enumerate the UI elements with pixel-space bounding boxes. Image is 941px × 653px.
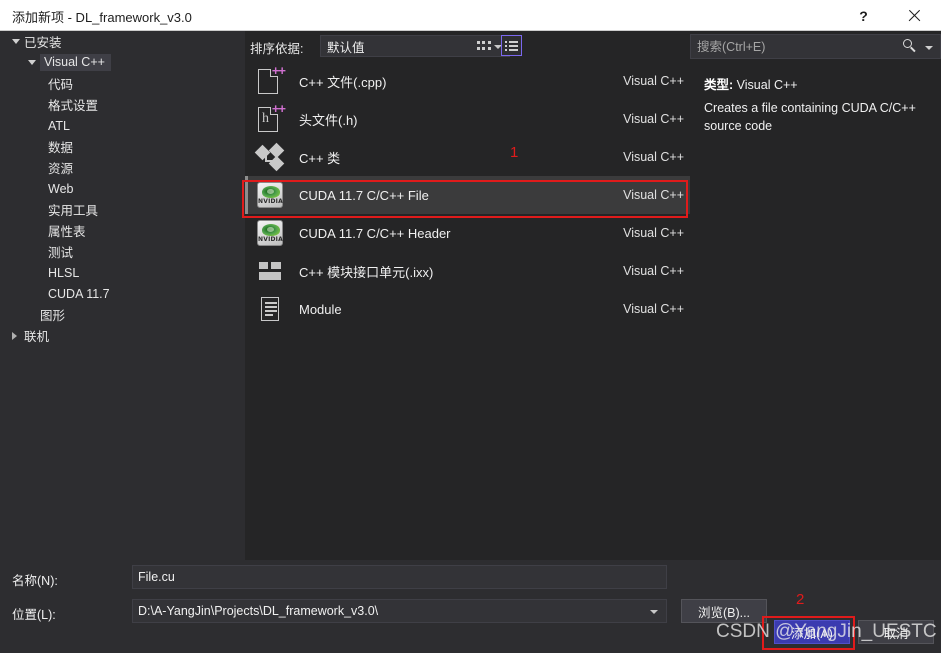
module-blocks-icon <box>255 256 285 286</box>
sidebar-item-5[interactable]: 数据 <box>0 136 245 157</box>
sidebar-item-label: Web <box>48 181 74 196</box>
page-title: 添加新项 - DL_framework_v3.0 <box>12 10 192 25</box>
sidebar-item-label: 资源 <box>48 162 74 176</box>
location-value: D:\A-YangJin\Projects\DL_framework_v3.0\ <box>138 604 379 618</box>
sort-by-label: 排序依据: <box>250 42 304 56</box>
location-dropdown[interactable]: D:\A-YangJin\Projects\DL_framework_v3.0\ <box>132 599 667 623</box>
sort-by-value: 默认值 <box>327 40 365 55</box>
list-item-language: Visual C++ <box>623 112 684 126</box>
sort-toolbar: 排序依据: 默认值 <box>245 31 690 62</box>
list-item-name: CUDA 11.7 C/C++ File <box>299 187 429 203</box>
grid-dots-glyph <box>476 41 491 50</box>
add-new-item-dialog: 添加新项 - DL_framework_v3.0 ? 已安装 Visual C++… <box>0 0 941 653</box>
search-box[interactable] <box>690 34 941 59</box>
help-icon[interactable]: ? <box>841 0 886 31</box>
sidebar-item-label: 代码 <box>48 78 74 92</box>
sidebar-item-label: 实用工具 <box>48 204 99 218</box>
search-icon[interactable] <box>903 39 918 54</box>
details-panel: 类型: Visual C++ Creates a file containing… <box>690 31 941 560</box>
sidebar-item-label: 图形 <box>40 309 66 323</box>
sidebar-item-label: 已安装 <box>24 36 62 50</box>
list-view-icon[interactable] <box>501 35 522 56</box>
sidebar-item-0[interactable]: 已安装 <box>0 31 245 52</box>
list-item[interactable]: NVIDIA CUDA 11.7 C/C++ File Visual C++ <box>245 176 690 214</box>
list-item[interactable]: ++ h 头文件(.h) Visual C++ <box>245 100 690 138</box>
cancel-button[interactable]: 取消 <box>858 620 934 644</box>
list-glyph <box>505 40 518 51</box>
close-glyph <box>907 8 922 23</box>
cpp-class-icon <box>254 142 285 172</box>
list-item-name: CUDA 11.7 C/C++ Header <box>299 225 451 241</box>
sidebar-item-label: HLSL <box>48 265 80 280</box>
sidebar-item-4[interactable]: ATL <box>0 115 245 136</box>
list-item[interactable]: C++ 类 Visual C++ <box>245 138 690 176</box>
module-page-icon <box>255 294 285 324</box>
list-item[interactable]: Module Visual C++ <box>245 290 690 328</box>
template-list-panel: 排序依据: 默认值 ++ C++ 文件(.cpp) Visual C++ ++ h 头文件… <box>245 31 690 560</box>
list-item-name: C++ 文件(.cpp) <box>299 74 387 90</box>
sidebar-item-10[interactable]: 测试 <box>0 241 245 262</box>
sidebar-item-label: Visual C++ <box>40 54 111 71</box>
location-label: 位置(L): <box>12 608 56 622</box>
installed-templates-tree: 已安装 Visual C++ 代码格式设置 ATL 数据资源 Web 实用工具属性表测试 HL… <box>0 31 245 560</box>
list-item[interactable]: NVIDIA CUDA 11.7 C/C++ Header Visual C++ <box>245 214 690 252</box>
detail-type-row: 类型: Visual C++ <box>704 74 798 93</box>
search-input[interactable] <box>691 39 891 54</box>
sidebar-item-3[interactable]: 格式设置 <box>0 94 245 115</box>
detail-type-value: Visual C++ <box>736 78 798 92</box>
title-bar: 添加新项 - DL_framework_v3.0 ? <box>0 0 941 31</box>
sidebar-item-11[interactable]: HLSL <box>0 262 245 283</box>
chevron-down-icon[interactable] <box>12 39 20 44</box>
sidebar-item-label: 测试 <box>48 246 74 260</box>
sidebar-item-14[interactable]: 联机 <box>0 325 245 346</box>
detail-type-label: 类型: <box>704 78 734 92</box>
sidebar-item-label: 格式设置 <box>48 99 99 113</box>
list-item-name: 头文件(.h) <box>299 112 358 128</box>
sidebar-item-13[interactable]: 图形 <box>0 304 245 325</box>
list-item-language: Visual C++ <box>623 302 684 316</box>
name-label: 名称(N): <box>12 574 58 588</box>
sidebar-item-7[interactable]: Web <box>0 178 245 199</box>
chevron-down-icon[interactable] <box>925 46 933 50</box>
chevron-down-icon <box>650 610 658 614</box>
nvidia-cuda-icon: NVIDIA <box>255 218 285 248</box>
list-item[interactable]: C++ 模块接口单元(.ixx) Visual C++ <box>245 252 690 290</box>
nvidia-cuda-icon: NVIDIA <box>255 180 285 210</box>
sidebar-item-12[interactable]: CUDA 11.7 <box>0 283 245 304</box>
grid-view-icon[interactable] <box>473 35 494 56</box>
browse-button[interactable]: 浏览(B)... <box>681 599 767 623</box>
sidebar-item-label: 联机 <box>24 330 50 344</box>
sidebar-item-label: ATL <box>48 118 70 133</box>
chevron-down-icon[interactable] <box>28 60 36 65</box>
sidebar-item-label: 属性表 <box>48 225 86 239</box>
list-item-language: Visual C++ <box>623 150 684 164</box>
sidebar-item-9[interactable]: 属性表 <box>0 220 245 241</box>
add-button[interactable]: 添加(A) <box>774 620 850 644</box>
list-item[interactable]: ++ C++ 文件(.cpp) Visual C++ <box>245 62 690 100</box>
sidebar-item-label: 数据 <box>48 141 74 155</box>
template-item-list[interactable]: ++ C++ 文件(.cpp) Visual C++ ++ h 头文件(.h) Visual… <box>245 62 690 560</box>
cpp-file-icon: ++ <box>255 64 286 96</box>
list-item-name: C++ 模块接口单元(.ixx) <box>299 264 434 280</box>
sidebar-item-label: CUDA 11.7 <box>48 286 110 301</box>
close-icon[interactable] <box>892 0 937 31</box>
list-item-language: Visual C++ <box>623 74 684 88</box>
header-file-icon: ++ h <box>255 102 286 134</box>
sidebar-item-8[interactable]: 实用工具 <box>0 199 245 220</box>
list-item-language: Visual C++ <box>623 264 684 278</box>
list-item-name: C++ 类 <box>299 150 341 166</box>
sidebar-item-6[interactable]: 资源 <box>0 157 245 178</box>
name-input[interactable] <box>132 565 667 589</box>
sidebar-item-1[interactable]: Visual C++ <box>0 52 245 73</box>
list-item-language: Visual C++ <box>623 226 684 240</box>
detail-description: Creates a file containing CUDA C/C++ sou… <box>704 101 916 133</box>
list-item-language: Visual C++ <box>623 188 684 202</box>
chevron-right-icon[interactable] <box>12 331 17 340</box>
sidebar-item-2[interactable]: 代码 <box>0 73 245 94</box>
list-item-name: Module <box>299 301 342 317</box>
